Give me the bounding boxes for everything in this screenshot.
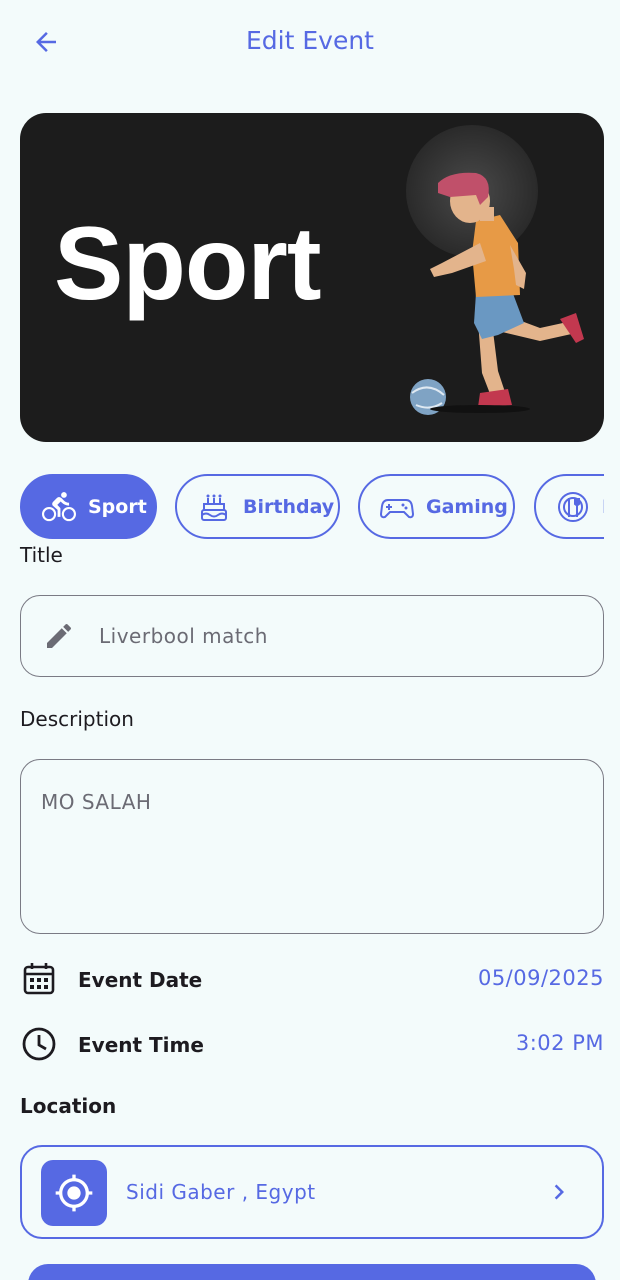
calendar-icon <box>23 963 55 995</box>
clock-icon <box>22 1027 56 1061</box>
chip-label: E <box>602 496 604 518</box>
update-event-button[interactable] <box>28 1264 596 1280</box>
title-label: Title <box>20 543 63 567</box>
location-label: Location <box>20 1094 117 1118</box>
gamepad-icon <box>380 490 414 524</box>
chip-gaming[interactable]: Gaming <box>358 474 515 539</box>
chip-sport[interactable]: Sport <box>20 474 157 539</box>
bicycle-icon <box>42 490 76 524</box>
description-field[interactable]: MO SALAH <box>20 759 604 934</box>
cake-icon <box>197 490 231 524</box>
event-date-row[interactable]: Event Date 05/09/2025 <box>20 960 604 1000</box>
event-time-row[interactable]: Event Time 3:02 PM <box>20 1025 604 1065</box>
event-date-value[interactable]: 05/09/2025 <box>478 966 604 990</box>
title-value: Liverbool match <box>99 624 268 648</box>
dining-icon <box>556 490 590 524</box>
pencil-icon <box>47 623 72 648</box>
app-bar: Edit Event <box>0 0 620 86</box>
chip-label: Sport <box>88 495 147 518</box>
page-title: Edit Event <box>246 26 374 55</box>
location-icon-box <box>41 1160 107 1226</box>
event-date-label: Event Date <box>78 968 203 992</box>
chip-eating[interactable]: E <box>534 474 604 539</box>
my-location-icon <box>55 1174 93 1212</box>
event-time-value[interactable]: 3:02 PM <box>516 1031 604 1055</box>
category-chips: Sport Birthday Gaming E <box>20 474 604 540</box>
chevron-right-icon <box>554 1184 564 1200</box>
football-player-illustration <box>406 125 584 415</box>
location-field[interactable]: Sidi Gaber , Egypt <box>20 1145 604 1239</box>
event-banner: Sport <box>20 113 604 442</box>
chip-birthday[interactable]: Birthday <box>175 474 340 539</box>
banner-text: Sport <box>54 206 322 322</box>
description-label: Description <box>20 707 134 731</box>
event-time-label: Event Time <box>78 1033 204 1057</box>
chip-label: Gaming <box>426 495 508 518</box>
chip-label: Birthday <box>243 495 335 518</box>
location-value: Sidi Gaber , Egypt <box>126 1180 316 1204</box>
description-value: MO SALAH <box>41 790 152 814</box>
title-field[interactable]: Liverbool match <box>20 595 604 677</box>
